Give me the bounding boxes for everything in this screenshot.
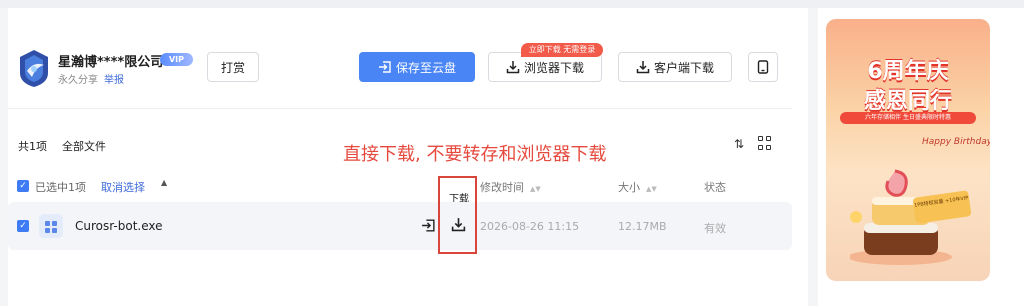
select-all-checkbox[interactable]: ✓ bbox=[17, 180, 29, 192]
client-download-button[interactable]: 客户端下载 bbox=[618, 52, 732, 82]
file-modified: 2026-08-26 11:15 bbox=[480, 220, 580, 233]
share-info: 永久分享 举报 bbox=[58, 71, 124, 86]
selected-count: 已选中1项 bbox=[35, 181, 86, 194]
column-status: 状态 bbox=[704, 181, 726, 194]
mobile-button[interactable] bbox=[748, 52, 778, 82]
vip-badge: VIP bbox=[160, 53, 193, 66]
banner-title-line2: 感恩同行 bbox=[863, 89, 952, 114]
share-type: 永久分享 bbox=[58, 75, 98, 86]
header-divider bbox=[8, 108, 792, 109]
phone-icon bbox=[757, 60, 769, 74]
column-size[interactable]: 大小 ▲▼ bbox=[618, 179, 657, 195]
banner-subtitle: 六年存储相伴 生日盛典限时特惠 bbox=[840, 112, 976, 124]
download-icon bbox=[506, 61, 520, 74]
banner-title-line1: 6周年庆 bbox=[867, 59, 949, 84]
client-download-label: 客户端下载 bbox=[653, 60, 714, 75]
save-icon bbox=[378, 61, 391, 73]
sort-caret-icon: ▲▼ bbox=[530, 185, 541, 193]
report-link[interactable]: 举报 bbox=[104, 75, 124, 86]
highlight-box bbox=[438, 176, 477, 254]
tip-label: 打赏 bbox=[220, 60, 245, 75]
annotation-text: 直接下载, 不要转存和浏览器下载 bbox=[343, 144, 607, 165]
sort-arrow-icon[interactable]: ▲ bbox=[161, 178, 167, 187]
column-modified[interactable]: 修改时间 ▲▼ bbox=[480, 179, 541, 195]
save-to-cloud-button[interactable]: 保存至云盘 bbox=[359, 52, 475, 82]
breadcrumb-all-files[interactable]: 全部文件 bbox=[62, 138, 106, 154]
owner-name: 星瀚博****限公司 bbox=[58, 55, 164, 70]
file-count: 共1项 bbox=[18, 140, 47, 153]
sort-icon[interactable]: ⇅ bbox=[734, 137, 744, 151]
file-size: 12.17MB bbox=[618, 220, 667, 233]
tip-button[interactable]: 打赏 bbox=[207, 52, 259, 82]
download-icon bbox=[636, 61, 650, 74]
banner-birthday: Happy Birthday bbox=[922, 137, 990, 147]
grid-view-icon[interactable] bbox=[758, 136, 772, 150]
top-strip bbox=[0, 0, 1024, 8]
browser-download-label: 浏览器下载 bbox=[523, 60, 584, 75]
exe-file-icon bbox=[39, 214, 63, 238]
file-status: 有效 bbox=[704, 222, 726, 235]
save-row-icon[interactable] bbox=[421, 218, 436, 233]
company-avatar bbox=[20, 50, 48, 87]
cancel-selection-link[interactable]: 取消选择 bbox=[101, 179, 145, 195]
file-name[interactable]: Curosr-bot.exe bbox=[75, 219, 163, 233]
sort-caret-icon: ▲▼ bbox=[646, 185, 657, 193]
promo-tag: 立即下载 无需登录 bbox=[521, 43, 603, 57]
save-label: 保存至云盘 bbox=[395, 60, 456, 75]
anniversary-banner[interactable]: 6周年庆 感恩同行 六年存储相伴 生日盛典限时特惠 Happy Birthday… bbox=[826, 19, 990, 281]
row-checkbox[interactable]: ✓ bbox=[17, 220, 29, 232]
